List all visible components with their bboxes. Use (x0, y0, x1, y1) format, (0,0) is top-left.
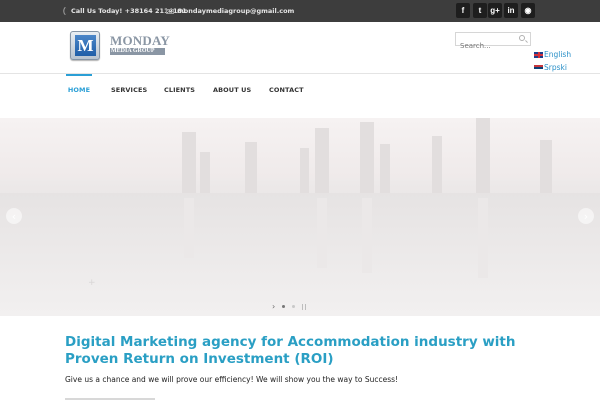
nav-about-us[interactable]: ABOUT US (213, 74, 251, 108)
twitter-icon[interactable]: t (473, 3, 487, 18)
main-nav: HOME SERVICES CLIENTS ABOUT US CONTACT (0, 73, 600, 119)
serbia-flag-icon (534, 64, 543, 71)
skyline-building (182, 132, 196, 194)
language-serbian-label[interactable]: Srpski (544, 63, 567, 72)
nav-services[interactable]: SERVICES (111, 74, 147, 108)
logo-subtitle: MEDIA GROUP (110, 48, 165, 55)
top-bar: Call Us Today! +38164 2114181 mondaymedi… (0, 0, 600, 22)
skyline-building (432, 136, 442, 194)
nav-home[interactable]: HOME (66, 74, 92, 108)
search-icon[interactable] (519, 35, 525, 41)
slider-controls: › (272, 302, 307, 311)
phone-icon (60, 6, 70, 16)
language-serbian[interactable]: Srpski (534, 63, 567, 72)
logo-letter: M (75, 35, 96, 56)
nav-clients[interactable]: CLIENTS (164, 74, 195, 108)
slider-control-next-icon[interactable]: › (272, 302, 275, 311)
nav-contact[interactable]: CONTACT (269, 74, 304, 108)
skyline-building (315, 128, 329, 194)
skyline-building (540, 140, 552, 194)
uk-flag-icon (534, 51, 543, 58)
language-english[interactable]: English (534, 50, 571, 59)
skyline-building (300, 148, 309, 194)
skyline-building (360, 122, 374, 194)
linkedin-icon[interactable]: in (504, 3, 518, 18)
slider-next-button[interactable]: › (578, 208, 594, 224)
slider-dot[interactable] (282, 305, 286, 308)
skyline-building (200, 152, 210, 194)
mail-icon (166, 8, 174, 14)
hero-slider: ‹ › + › (0, 118, 600, 316)
page-subheadline: Give us a chance and we will prove our e… (65, 375, 399, 384)
google-plus-icon[interactable]: g+ (488, 3, 502, 18)
skyline-building (476, 118, 490, 194)
water-reflection (478, 198, 488, 278)
slide-image-water (0, 193, 600, 316)
slider-dot[interactable] (292, 305, 296, 308)
facebook-icon[interactable]: f (456, 3, 470, 18)
email-text[interactable]: mondaymediagroup@gmail.com (177, 7, 294, 15)
skyline-building (245, 142, 257, 194)
logo[interactable]: M (70, 31, 100, 60)
language-english-label[interactable]: English (544, 50, 571, 59)
water-reflection (317, 198, 327, 268)
plus-icon: + (88, 278, 96, 288)
slider-pause-icon[interactable] (302, 303, 307, 310)
search-input[interactable] (456, 40, 518, 52)
water-reflection (362, 198, 372, 273)
page-headline: Digital Marketing agency for Accommodati… (65, 334, 516, 367)
search-box[interactable] (455, 32, 531, 52)
logo-name[interactable]: MONDAY (110, 34, 170, 47)
rss-icon[interactable]: ◉ (521, 3, 535, 18)
site-header: M MONDAY MEDIA GROUP English Srpski HOME… (0, 22, 600, 119)
email-contact[interactable]: mondaymediagroup@gmail.com (166, 0, 294, 22)
skyline-building (380, 144, 390, 194)
slider-prev-button[interactable]: ‹ (6, 208, 22, 224)
water-reflection (184, 198, 194, 258)
